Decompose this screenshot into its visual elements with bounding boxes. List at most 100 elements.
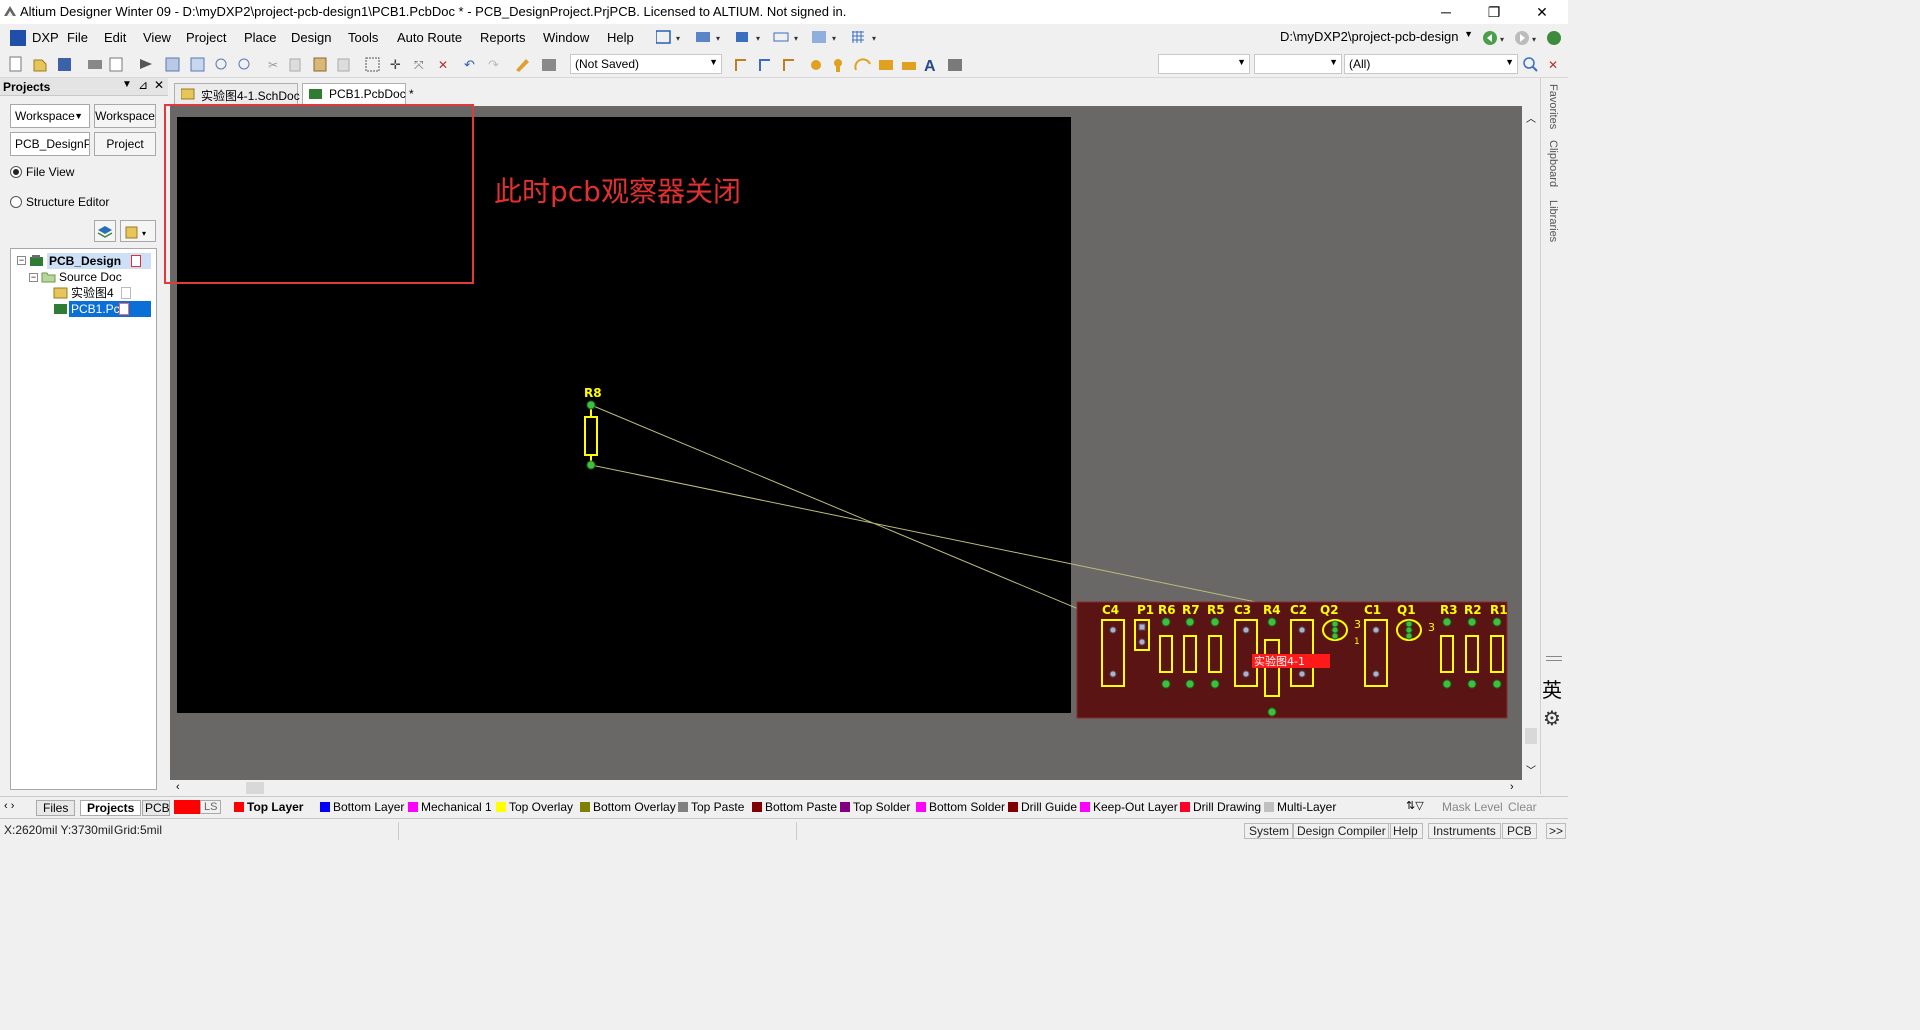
room-label[interactable]: 实验图4-1 [1254,654,1305,668]
layer-set-ls[interactable]: LS [200,800,222,814]
r8-pad[interactable] [586,460,596,470]
layer-color-swatch [320,802,330,812]
layer-tab-multi-layer[interactable]: Multi-Layer [1264,800,1336,814]
layer-tab-drill-guide[interactable]: Drill Guide [1008,800,1077,814]
filter-combo[interactable]: (All) ▼ [1344,54,1518,74]
pin-icon[interactable]: ⊿ [138,78,148,92]
help-button[interactable]: Help [1388,823,1423,839]
menu-window[interactable]: Window [543,30,589,45]
system-button[interactable]: System [1244,823,1295,839]
tree-schdoc-node[interactable]: 实验图4 [71,285,131,301]
menu-auto-route[interactable]: Auto Route [397,30,462,45]
collapse-icon[interactable]: − [29,273,38,282]
vertical-scroll-thumb[interactable] [1525,728,1537,744]
schematic-doc-icon [181,88,195,100]
menu-reports[interactable]: Reports [480,30,526,45]
mask-level-button[interactable]: Mask Level [1442,800,1503,814]
layer-tab-keep-out-layer[interactable]: Keep-Out Layer [1080,800,1178,814]
layer-tab-top-solder[interactable]: Top Solder [840,800,910,814]
layer-tab-top-layer[interactable]: Top Layer [234,800,303,814]
workspace-combo[interactable]: Workspace ▼ [10,104,90,128]
r8-pad[interactable] [586,400,596,410]
tab-pcbdoc[interactable]: PCB1.PcbDoc * [302,83,414,104]
design-compiler-button[interactable]: Design Compiler [1292,823,1391,839]
pcb-button[interactable]: PCB [1502,823,1537,839]
layer-tab-bottom-solder[interactable]: Bottom Solder [916,800,1005,814]
designator-r2: R2 [1464,603,1482,617]
tab-schdoc[interactable]: 实验图4-1.SchDoc [174,83,300,104]
close-panel-icon[interactable]: ✕ [154,78,164,92]
panel-tab-projects[interactable]: Projects [80,800,142,816]
tree-pcbdoc-node[interactable]: PCB1.Pc [69,301,151,317]
grid-icon[interactable]: ▾ [850,29,880,47]
project-path-combo[interactable]: D:\myDXP2\project-pcb-design ▼ [1276,27,1476,47]
panel-menu-icon[interactable]: ▼ [122,79,132,90]
workspace-button[interactable]: Workspace [94,104,156,128]
menu-file[interactable]: File [67,30,88,45]
libraries-tab[interactable]: Libraries [1547,200,1559,242]
menu-edit[interactable]: Edit [104,30,126,45]
layer-tab-label: Bottom Paste [765,800,838,814]
settings-gear-icon[interactable]: ⚙ [1543,706,1561,731]
saved-state-combo[interactable]: (Not Saved) ▼ [570,54,722,74]
layer-nav-icons[interactable]: ⇅▽ [1406,799,1424,812]
scroll-up-icon[interactable]: ︿ [1526,110,1536,125]
svg-text:▾: ▾ [676,34,680,43]
designator-p1: P1 [1137,603,1154,617]
r8-body[interactable] [584,416,598,456]
filter-apply-icons[interactable]: ✕ [1522,56,1566,74]
menu-dxp[interactable]: DXP [32,30,59,45]
tree-source-folder[interactable]: Source Doc [59,269,122,285]
more-button[interactable]: >> [1546,823,1567,839]
designator-c1: C1 [1364,603,1381,617]
file-view-radio[interactable] [10,166,22,178]
menubar-tool-icons[interactable]: ▾ ▾ ▾ ▾ ▾ [656,29,856,47]
navigation-icons[interactable]: ▾ ▾ [1482,29,1566,47]
clear-button[interactable]: Clear [1508,800,1537,814]
panel-tab-pcb[interactable]: PCB [142,800,170,816]
layer-tab-top-overlay[interactable]: Top Overlay [496,800,573,814]
horizontal-scrollbar[interactable]: ‹ › [170,780,1522,796]
layer-tab-drill-drawing[interactable]: Drill Drawing [1180,800,1261,814]
project-combo[interactable]: PCB_DesignPr [10,132,90,156]
svg-text:✕: ✕ [438,58,448,72]
clipboard-tab[interactable]: Clipboard [1547,140,1559,187]
scroll-down-icon[interactable]: ﹀ [1526,762,1536,777]
project-button[interactable]: Project [94,132,156,156]
panel-tab-files[interactable]: Files [36,800,76,816]
menu-view[interactable]: View [143,30,171,45]
layer-tab-mechanical-1[interactable]: Mechanical 1 [408,800,492,814]
favorites-tab[interactable]: Favorites [1547,84,1559,129]
scroll-left-icon[interactable]: ‹ [176,781,180,793]
horizontal-scroll-thumb[interactable] [246,782,264,794]
annotation-highlight-box [164,104,474,284]
layer-tab-top-paste[interactable]: Top Paste [678,800,744,814]
chevron-down-icon: ▼ [1464,29,1473,39]
tree-project-node[interactable]: PCB_Design [47,253,151,269]
close-button[interactable]: ✕ [1527,2,1557,22]
ime-indicator[interactable]: 英 [1542,674,1562,703]
layer-tab-bottom-layer[interactable]: Bottom Layer [320,800,404,814]
layer-set-combo[interactable]: ▼ [1158,54,1250,74]
structure-editor-radio[interactable] [10,196,22,208]
instruments-button[interactable]: Instruments [1428,823,1501,839]
layers-button[interactable] [94,220,116,242]
vertical-scrollbar[interactable]: ︿ ﹀ [1522,106,1540,780]
menu-tools[interactable]: Tools [348,30,378,45]
restore-button[interactable]: ❐ [1479,2,1509,22]
menu-place[interactable]: Place [244,30,277,45]
standard-toolbar-icons[interactable]: ✂ ✛ ⤧ ✕ ↶ ↷ [6,56,566,74]
menu-design[interactable]: Design [291,30,331,45]
pcb-placement-icons[interactable]: A [734,56,968,74]
layer-tab-bottom-paste[interactable]: Bottom Paste [752,800,837,814]
minimize-button[interactable]: ─ [1431,2,1461,22]
scroll-right-icon[interactable]: › [1510,781,1514,793]
q2-pin3-label: 3 [1354,618,1361,631]
panel-tab-prev-icon[interactable]: ‹ › [4,800,14,812]
class-combo[interactable]: ▼ [1254,54,1342,74]
collapse-icon[interactable]: − [17,256,26,265]
layer-tab-bottom-overlay[interactable]: Bottom Overlay [580,800,676,814]
menu-help[interactable]: Help [607,30,634,45]
menu-project[interactable]: Project [186,30,226,45]
document-options-button[interactable]: ▾ [120,220,156,242]
